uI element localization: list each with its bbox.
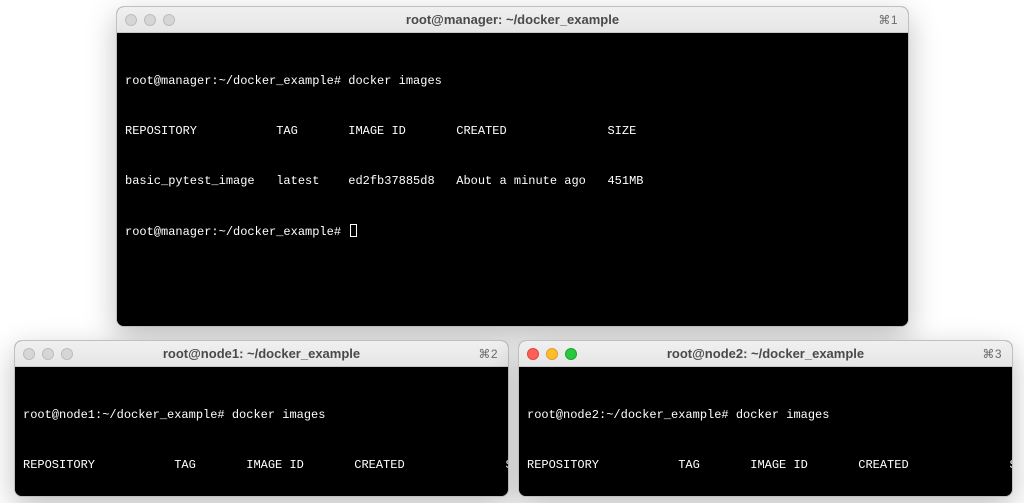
window-shortcut: ⌘3 — [982, 347, 1002, 361]
window-title: root@node2: ~/docker_example — [519, 346, 1012, 361]
window-shortcut: ⌘1 — [878, 13, 898, 27]
titlebar[interactable]: root@node2: ~/docker_example ⌘3 — [519, 341, 1012, 367]
terminal-body[interactable]: root@node1:~/docker_example# docker imag… — [15, 367, 508, 496]
zoom-icon[interactable] — [163, 14, 175, 26]
terminal-window-manager[interactable]: root@manager: ~/docker_example ⌘1 root@m… — [116, 6, 909, 327]
prompt-line: root@manager:~/docker_example# — [125, 224, 900, 241]
table-header: REPOSITORY TAG IMAGE ID CREATED SIZE — [125, 123, 900, 140]
table-row: basic_pytest_image latest ed2fb37885d8 A… — [125, 173, 900, 190]
zoom-icon[interactable] — [61, 348, 73, 360]
minimize-icon[interactable] — [42, 348, 54, 360]
terminal-window-node2[interactable]: root@node2: ~/docker_example ⌘3 root@nod… — [518, 340, 1013, 497]
command-text: docker images — [232, 408, 326, 422]
traffic-lights — [125, 14, 175, 26]
command-line: root@node2:~/docker_example# docker imag… — [527, 407, 1004, 424]
minimize-icon[interactable] — [546, 348, 558, 360]
prompt: root@node2:~/docker_example# — [527, 408, 736, 422]
terminal-body[interactable]: root@node2:~/docker_example# docker imag… — [519, 367, 1012, 496]
command-line: root@node1:~/docker_example# docker imag… — [23, 407, 500, 424]
window-shortcut: ⌘2 — [478, 347, 498, 361]
traffic-lights — [527, 348, 577, 360]
window-title: root@node1: ~/docker_example — [15, 346, 508, 361]
terminal-window-node1[interactable]: root@node1: ~/docker_example ⌘2 root@nod… — [14, 340, 509, 497]
prompt: root@manager:~/docker_example# — [125, 74, 348, 88]
titlebar[interactable]: root@manager: ~/docker_example ⌘1 — [117, 7, 908, 33]
table-header: REPOSITORY TAG IMAGE ID CREATED SIZE — [23, 457, 500, 474]
command-line: root@manager:~/docker_example# docker im… — [125, 73, 900, 90]
titlebar[interactable]: root@node1: ~/docker_example ⌘2 — [15, 341, 508, 367]
close-icon[interactable] — [125, 14, 137, 26]
zoom-icon[interactable] — [565, 348, 577, 360]
terminal-body[interactable]: root@manager:~/docker_example# docker im… — [117, 33, 908, 326]
command-text: docker images — [348, 74, 442, 88]
window-title: root@manager: ~/docker_example — [117, 12, 908, 27]
close-icon[interactable] — [527, 348, 539, 360]
command-text: docker images — [736, 408, 830, 422]
minimize-icon[interactable] — [144, 14, 156, 26]
prompt: root@node1:~/docker_example# — [23, 408, 232, 422]
cursor-icon — [350, 224, 357, 237]
close-icon[interactable] — [23, 348, 35, 360]
traffic-lights — [23, 348, 73, 360]
table-header: REPOSITORY TAG IMAGE ID CREATED SIZE — [527, 457, 1004, 474]
prompt: root@manager:~/docker_example# — [125, 225, 348, 239]
